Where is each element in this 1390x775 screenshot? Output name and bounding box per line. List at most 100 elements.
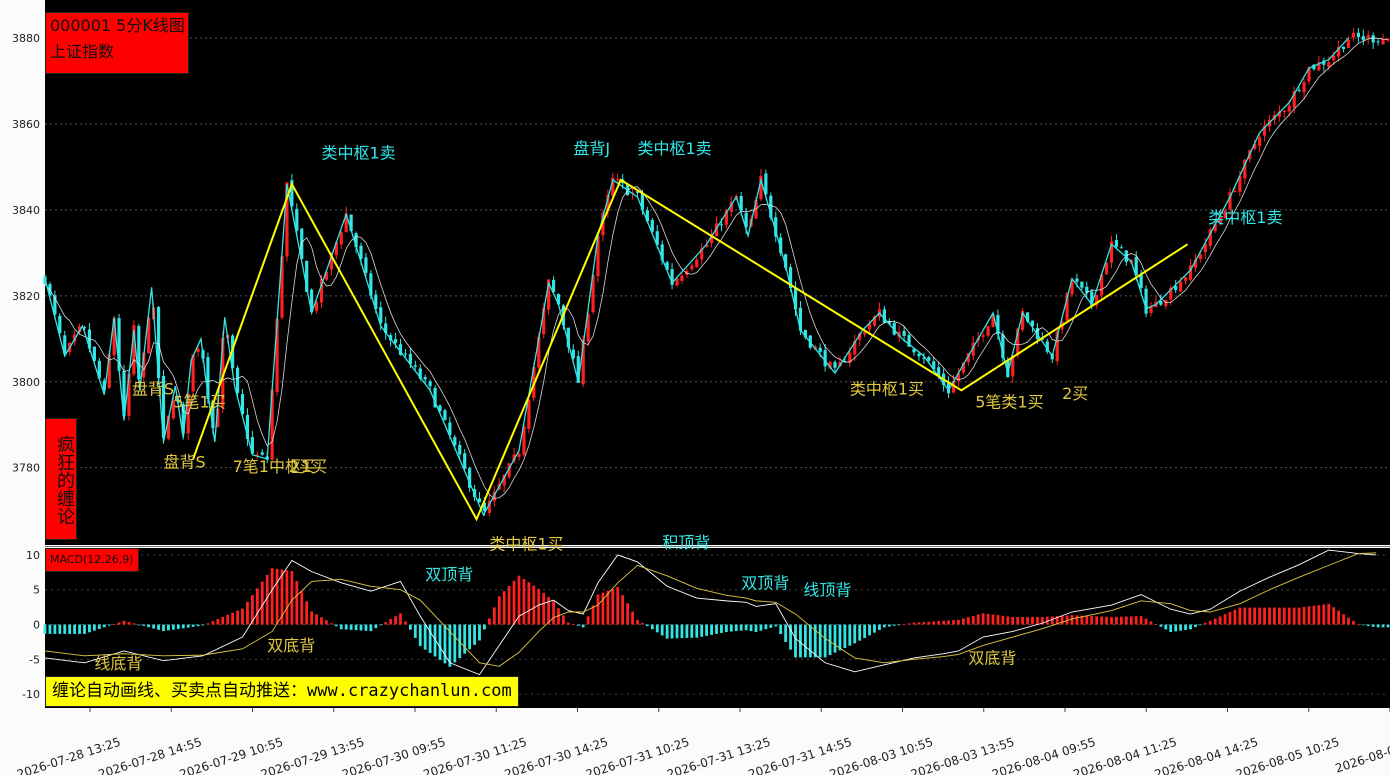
macd-bar [191, 624, 195, 627]
macd-bar [1258, 607, 1262, 625]
macd-bar [1352, 621, 1355, 625]
candle-down [443, 410, 447, 420]
macd-bar [808, 624, 812, 658]
macd-bar [937, 621, 941, 625]
macd-bar [206, 623, 210, 625]
macd-bar [315, 614, 318, 625]
macd-bar [73, 624, 77, 634]
macd-bar [1184, 624, 1187, 630]
signal-annotation: 2买 [289, 457, 315, 476]
candle-down [823, 350, 827, 367]
macd-bar [102, 624, 106, 628]
macd-bar [774, 624, 778, 627]
candle-up [517, 453, 521, 457]
macd-bar [413, 624, 417, 638]
macd-bar [1011, 617, 1015, 625]
macd-bar [868, 624, 871, 636]
macd-bar [1347, 617, 1350, 625]
macd-bar [78, 624, 81, 634]
macd-bar [660, 624, 664, 636]
macd-bar [1287, 607, 1291, 625]
macd-bar [487, 618, 491, 625]
signal-annotation: 5笔1买 [173, 393, 225, 412]
macd-bar [1307, 606, 1311, 625]
macd-bar [1268, 607, 1271, 625]
macd-bar [932, 621, 936, 625]
macd-bar [695, 624, 699, 638]
macd-bar [1060, 615, 1064, 625]
macd-bar [749, 624, 753, 632]
macd-bar [260, 581, 264, 625]
macd-y-tick-label: 0 [33, 619, 40, 632]
macd-bar [922, 622, 926, 625]
macd-bar [537, 588, 541, 625]
macd-bar [853, 624, 857, 644]
macd-bar [1174, 624, 1178, 632]
candle-down [403, 353, 408, 355]
macd-bar [112, 624, 116, 625]
macd-y-tick-label: 5 [33, 584, 40, 597]
macd-bar [384, 622, 388, 625]
macd-bar [438, 624, 442, 660]
macd-bar [349, 624, 353, 630]
macd-bar [97, 624, 101, 629]
macd-bar [1332, 607, 1336, 625]
macd-bar [724, 624, 728, 633]
macd-bar [339, 624, 343, 630]
signal-annotation: 类中枢1卖 [322, 143, 396, 162]
candle-up [675, 278, 679, 286]
macd-bar [1119, 616, 1123, 625]
candle-up [1179, 281, 1183, 292]
macd-bar [1342, 614, 1345, 625]
macd-y-tick-label: 10 [26, 549, 40, 562]
macd-bar [1115, 616, 1118, 625]
macd-bar [902, 624, 906, 626]
macd-bar [720, 624, 723, 633]
macd-bar [1021, 617, 1025, 625]
macd-bar [611, 588, 615, 625]
macd-bar [961, 618, 965, 625]
macd-bar [92, 624, 96, 631]
macd-bar [759, 624, 763, 631]
macd-bar [320, 617, 323, 625]
macd-bar [705, 624, 709, 636]
macd-bar [882, 624, 886, 628]
instrument-name: 上证指数 [50, 42, 115, 61]
macd-bar [562, 615, 565, 625]
macd-bar [68, 624, 72, 634]
candle-down [393, 339, 398, 343]
macd-bar [1248, 607, 1252, 625]
macd-bar [167, 624, 170, 631]
candle-up [695, 259, 699, 267]
macd-bar [675, 624, 679, 639]
macd-bar [43, 624, 47, 634]
macd-bar [734, 624, 738, 632]
macd-bar [690, 624, 694, 638]
chart-title: 000001 5分K线图 [50, 16, 185, 35]
macd-bar [1337, 610, 1341, 625]
signal-annotation: 线底背 [94, 654, 142, 673]
macd-bar [53, 624, 57, 634]
macd-bar [334, 624, 338, 627]
kline-y-tick-label: 3820 [12, 290, 40, 303]
macd-bar [399, 613, 402, 625]
macd-bar [1169, 624, 1173, 633]
macd-bar [157, 624, 160, 630]
macd-bar [300, 591, 304, 625]
macd-bar [1381, 624, 1385, 628]
macd-bar [453, 624, 457, 663]
signal-annotation: 双顶背 [425, 565, 473, 584]
macd-bar [142, 624, 146, 626]
candle-down [1376, 41, 1380, 43]
macd-bar [1302, 606, 1306, 625]
macd-bar [636, 619, 639, 625]
macd-bar [1253, 607, 1257, 625]
macd-label: MACD(12,26,9) [45, 548, 139, 572]
macd-bar [152, 624, 156, 629]
macd-bar [246, 601, 249, 625]
macd-bar [285, 570, 289, 625]
macd-bar [838, 624, 842, 651]
macd-bar [1198, 624, 1202, 626]
macd-bar [1228, 612, 1232, 625]
macd-bar [641, 622, 644, 625]
